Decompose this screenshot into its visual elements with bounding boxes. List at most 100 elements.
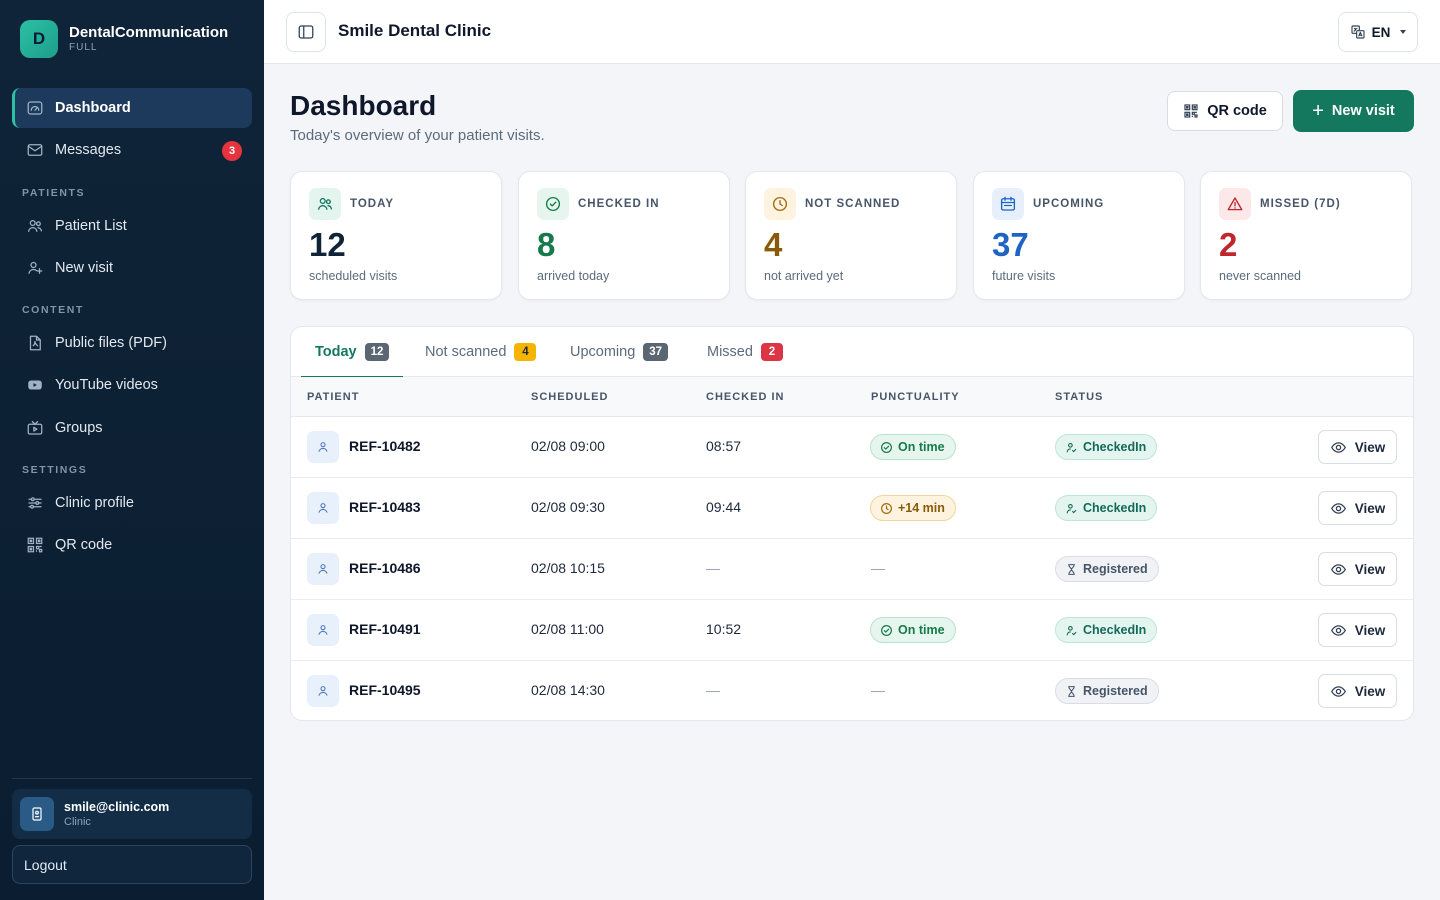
warning-icon: [1227, 197, 1243, 211]
column-header-patient[interactable]: PATIENT: [307, 391, 359, 403]
page-subtitle: Today's overview of your patient visits.: [290, 127, 545, 144]
column-header-scheduled[interactable]: SCHEDULED: [531, 391, 608, 403]
eye-icon: [1330, 624, 1346, 636]
checked-in-time: —: [706, 560, 720, 576]
sidebar-item-public-files[interactable]: Public files (PDF): [12, 323, 252, 363]
logout-button[interactable]: Logout: [12, 845, 252, 884]
view-button[interactable]: View: [1318, 491, 1397, 525]
avatar: [20, 797, 54, 831]
eye-icon: [1330, 563, 1346, 575]
checked-in-time: 10:52: [706, 621, 742, 637]
stat-label: UPCOMING: [1033, 198, 1105, 210]
status-badge: CheckedIn: [1055, 495, 1158, 521]
column-header-checked-in[interactable]: CHECKED IN: [706, 391, 784, 403]
stat-card-checked-in: CHECKED IN 8 arrived today: [518, 171, 730, 300]
user-role: Clinic: [64, 816, 91, 828]
stat-label: TODAY: [350, 198, 394, 210]
brand[interactable]: D DentalCommunication FULL: [20, 20, 228, 58]
sidebar-item-messages[interactable]: Messages 3: [12, 130, 252, 170]
stat-card-today: TODAY 12 scheduled visits: [290, 171, 502, 300]
clock-icon: [772, 196, 788, 212]
view-button[interactable]: View: [1318, 552, 1397, 586]
check-circle-icon: [881, 624, 892, 636]
tab-label: Not scanned: [425, 344, 507, 360]
column-header-punctuality[interactable]: PUNCTUALITY: [871, 391, 960, 403]
eye-icon: [1330, 502, 1346, 514]
punctuality-value: —: [871, 682, 885, 698]
view-button[interactable]: View: [1318, 430, 1397, 464]
patient-icon: [307, 492, 339, 524]
status-badge: CheckedIn: [1055, 434, 1158, 460]
new-visit-button[interactable]: + New visit: [1293, 90, 1414, 132]
punctuality-badge: +14 min: [870, 495, 956, 521]
gauge-icon: [27, 101, 43, 115]
sidebar-toggle-icon: [298, 25, 314, 39]
stat-value: 12: [309, 226, 346, 263]
file-pdf-icon: [29, 335, 41, 351]
patient-ref: REF-10482: [349, 438, 421, 454]
users-icon: [27, 219, 43, 232]
tab-missed[interactable]: Missed 2: [707, 327, 783, 377]
tab-upcoming[interactable]: Upcoming 37: [570, 327, 669, 377]
visits-card: Today 12 Not scanned 4 Upcoming 37 Misse…: [290, 326, 1414, 721]
punctuality-badge: On time: [870, 434, 956, 460]
scheduled-time: 02/08 09:00: [531, 438, 605, 454]
eye-icon: [1330, 685, 1346, 697]
scheduled-time: 02/08 14:30: [531, 682, 605, 698]
table-row: REF-10483 02/08 09:30 09:44 +14 min Chec…: [291, 478, 1413, 539]
checked-in-time: —: [706, 682, 720, 698]
sliders-icon: [28, 497, 42, 509]
plus-icon: +: [1312, 100, 1324, 122]
stat-description: not arrived yet: [764, 269, 844, 283]
sidebar-item-label: Groups: [55, 420, 103, 436]
tab-not-scanned[interactable]: Not scanned 4: [425, 327, 537, 377]
sidebar-item-label: Clinic profile: [55, 495, 134, 511]
sidebar-item-groups[interactable]: Groups: [12, 408, 252, 448]
column-header-status[interactable]: STATUS: [1055, 391, 1103, 403]
tab-count: 37: [643, 343, 669, 361]
stat-description: never scanned: [1219, 269, 1302, 283]
id-badge-icon: [32, 807, 42, 821]
sidebar-item-label: New visit: [55, 260, 114, 276]
sidebar-item-youtube[interactable]: YouTube videos: [12, 365, 252, 405]
sidebar-item-label: Messages: [55, 142, 122, 158]
section-settings: SETTINGS: [22, 464, 88, 476]
punctuality-value: —: [871, 560, 885, 576]
language-selector[interactable]: EN: [1338, 12, 1418, 52]
new-visit-button-label: New visit: [1331, 103, 1395, 119]
sidebar-item-new-visit[interactable]: New visit: [12, 248, 252, 288]
status-badge: Registered: [1055, 678, 1159, 704]
patient-icon: [307, 675, 339, 707]
stat-value: 2: [1219, 226, 1238, 263]
stat-label: CHECKED IN: [578, 198, 660, 210]
stat-label: MISSED (7D): [1260, 198, 1341, 210]
user-card[interactable]: smile@clinic.com Clinic: [12, 789, 252, 839]
stat-description: scheduled visits: [309, 269, 398, 283]
view-button[interactable]: View: [1318, 613, 1397, 647]
visit-tabs: Today 12 Not scanned 4 Upcoming 37 Misse…: [291, 327, 1413, 378]
sidebar-item-clinic-profile[interactable]: Clinic profile: [12, 483, 252, 523]
qr-code-icon: [1184, 104, 1198, 118]
view-button[interactable]: View: [1318, 674, 1397, 708]
patient-icon: [307, 614, 339, 646]
sidebar-toggle-button[interactable]: [286, 12, 326, 52]
tab-today[interactable]: Today 12: [300, 327, 404, 378]
sidebar-item-label: QR code: [55, 537, 113, 553]
sidebar-item-patient-list[interactable]: Patient List: [12, 206, 252, 246]
patient-ref: REF-10486: [349, 560, 421, 576]
sidebar-item-label: Dashboard: [55, 100, 131, 116]
sidebar: D DentalCommunication FULL Dashboard Mes…: [0, 0, 264, 900]
brand-name: DentalCommunication: [69, 24, 229, 41]
patient-ref: REF-10495: [349, 682, 421, 698]
sidebar-item-qr-code[interactable]: QR code: [12, 525, 252, 565]
calendar-icon: [1000, 196, 1016, 211]
clock-icon: [881, 502, 892, 514]
tab-count: 12: [364, 343, 390, 361]
tv-folder-icon: [27, 420, 43, 435]
tab-count: 4: [514, 343, 537, 361]
table-header: PATIENT SCHEDULED CHECKED IN PUNCTUALITY…: [291, 377, 1413, 417]
sidebar-item-dashboard[interactable]: Dashboard: [12, 88, 252, 128]
scheduled-time: 02/08 11:00: [531, 621, 604, 637]
qr-code-button[interactable]: QR code: [1167, 91, 1283, 131]
user-check-icon: [1066, 442, 1077, 452]
